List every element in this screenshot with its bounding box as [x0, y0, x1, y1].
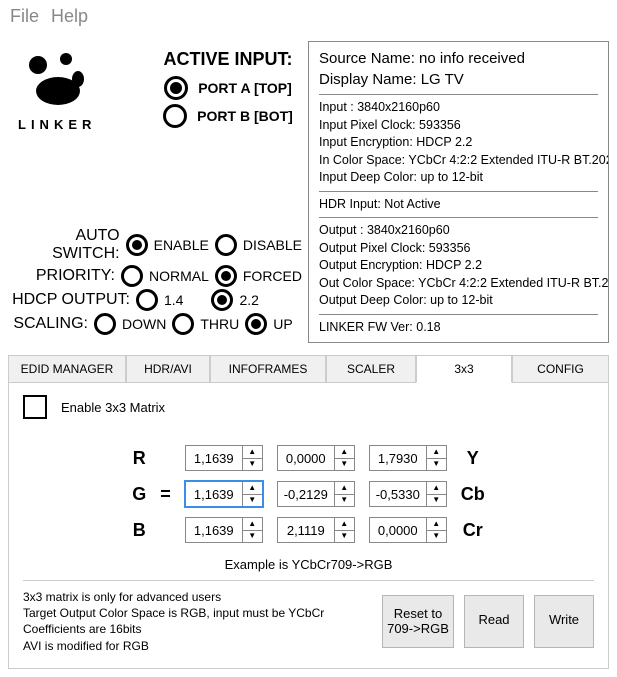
- tab-infoframes[interactable]: INFOFRAMES: [210, 355, 326, 382]
- priority-label: PRIORITY:: [8, 267, 121, 285]
- tab-3x3[interactable]: 3x3: [416, 355, 512, 383]
- active-input-title: ACTIVE INPUT:: [148, 49, 308, 70]
- info-input-pc: Input Pixel Clock: 593356: [319, 117, 598, 135]
- tab-edid-manager[interactable]: EDID MANAGER: [8, 355, 126, 382]
- info-input-enc: Input Encryption: HDCP 2.2: [319, 134, 598, 152]
- radio-hdcp14[interactable]: [136, 289, 158, 311]
- out-y: Y: [455, 441, 491, 475]
- linker-logo-icon: [18, 51, 148, 111]
- row-g: G: [126, 477, 152, 511]
- radio-thru[interactable]: [172, 313, 194, 335]
- radio-up[interactable]: [245, 313, 267, 335]
- out-cb: Cb: [455, 477, 491, 511]
- logo-area: LINKER: [8, 41, 148, 132]
- menubar: File Help: [0, 0, 617, 33]
- port-b-label: PORT B [BOT]: [197, 108, 293, 124]
- matrix-0-2[interactable]: ▲▼: [369, 445, 447, 471]
- info-fw: LINKER FW Ver: 0.18: [319, 319, 598, 337]
- radio-port-a[interactable]: [164, 76, 188, 100]
- info-output-pc: Output Pixel Clock: 593356: [319, 240, 598, 258]
- info-in-cs: In Color Space: YCbCr 4:2:2 Extended ITU…: [319, 152, 598, 170]
- menu-help[interactable]: Help: [51, 6, 88, 27]
- tab-config[interactable]: CONFIG: [512, 355, 609, 382]
- tab-scaler[interactable]: SCALER: [326, 355, 416, 382]
- active-input-group: ACTIVE INPUT: PORT A [TOP] PORT B [BOT]: [148, 41, 308, 132]
- matrix-1-1[interactable]: ▲▼: [277, 481, 355, 507]
- enable-3x3-label: Enable 3x3 Matrix: [61, 400, 165, 415]
- enable-3x3-checkbox[interactable]: [23, 395, 47, 419]
- matrix-1-0[interactable]: ▲▼: [185, 481, 263, 507]
- info-panel: Source Name: no info received Display Na…: [308, 41, 609, 343]
- auto-switch-label: AUTO SWITCH:: [8, 227, 126, 263]
- out-cr: Cr: [455, 513, 491, 547]
- port-a-label: PORT A [TOP]: [198, 80, 292, 96]
- info-input-res: Input : 3840x2160p60: [319, 99, 598, 117]
- radio-port-b[interactable]: [163, 104, 187, 128]
- info-out-cs: Out Color Space: YCbCr 4:2:2 Extended IT…: [319, 275, 598, 293]
- hdcp-label: HDCP OUTPUT:: [8, 291, 136, 309]
- radio-normal[interactable]: [121, 265, 143, 287]
- tabs: EDID MANAGER HDR/AVI INFOFRAMES SCALER 3…: [8, 355, 609, 383]
- logo-text: LINKER: [18, 117, 148, 132]
- info-hdr-input: HDR Input: Not Active: [319, 196, 598, 214]
- spin-up-icon: ▲: [243, 446, 262, 459]
- menu-file[interactable]: File: [10, 6, 39, 27]
- source-name-value: no info received: [419, 50, 525, 67]
- radio-disable[interactable]: [215, 234, 237, 256]
- row-b: B: [126, 513, 152, 547]
- matrix-table: R ▲▼ ▲▼ ▲▼ Y G = ▲▼ ▲▼ ▲▼ Cb B: [124, 439, 493, 549]
- info-input-dc: Input Deep Color: up to 12-bit: [319, 169, 598, 187]
- row-r: R: [126, 441, 152, 475]
- tab-hdr-avi[interactable]: HDR/AVI: [126, 355, 210, 382]
- matrix-2-0[interactable]: ▲▼: [185, 517, 263, 543]
- scaling-label: SCALING:: [8, 315, 94, 333]
- radio-enable[interactable]: [126, 234, 148, 256]
- info-output-dc: Output Deep Color: up to 12-bit: [319, 292, 598, 310]
- matrix-2-1[interactable]: ▲▼: [277, 517, 355, 543]
- equals-sign: =: [154, 477, 177, 511]
- display-name-value: LG TV: [421, 71, 464, 88]
- main: LINKER ACTIVE INPUT: PORT A [TOP] PORT B…: [0, 33, 617, 677]
- panel-3x3: Enable 3x3 Matrix R ▲▼ ▲▼ ▲▼ Y G = ▲▼ ▲▼: [8, 383, 609, 669]
- notes: 3x3 matrix is only for advanced users Ta…: [23, 589, 382, 654]
- radio-hdcp22[interactable]: [211, 289, 233, 311]
- info-output-enc: Output Encryption: HDCP 2.2: [319, 257, 598, 275]
- matrix-0-0[interactable]: ▲▼: [185, 445, 263, 471]
- matrix-0-1[interactable]: ▲▼: [277, 445, 355, 471]
- matrix-1-2[interactable]: ▲▼: [369, 481, 447, 507]
- example-text: Example is YCbCr709->RGB: [23, 557, 594, 572]
- matrix-2-2[interactable]: ▲▼: [369, 517, 447, 543]
- radio-down[interactable]: [94, 313, 116, 335]
- info-output-res: Output : 3840x2160p60: [319, 222, 598, 240]
- spin-down-icon: ▼: [243, 459, 262, 471]
- radio-forced[interactable]: [215, 265, 237, 287]
